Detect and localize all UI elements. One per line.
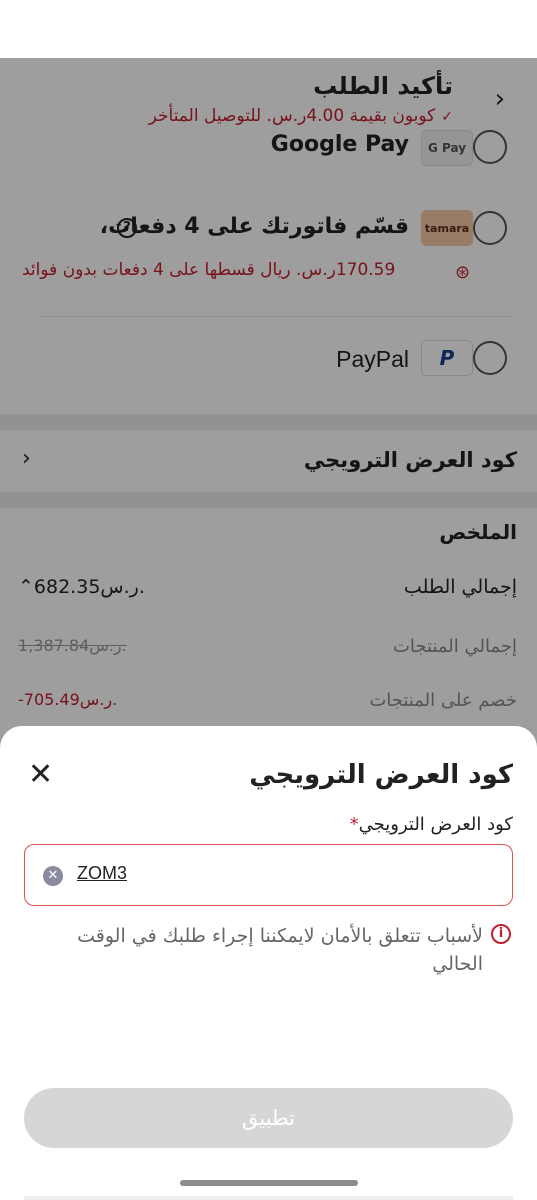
status-bar (0, 0, 537, 58)
apply-button[interactable]: تطبيق (24, 1088, 513, 1148)
sheet-title: كود العرض الترويجي (249, 760, 513, 790)
promo-code-input[interactable]: ✕ ZOM3 (24, 844, 513, 906)
promo-code-value[interactable]: ZOM3 (77, 863, 127, 884)
error-message: لأسباب تتعلق بالأمان لايمكننا إجراء طلبك… (77, 925, 483, 975)
promo-code-sheet: ✕ كود العرض الترويجي كود العرض الترويجي*… (0, 726, 537, 1200)
required-mark: * (349, 814, 359, 835)
home-indicator (180, 1180, 358, 1186)
close-icon[interactable]: ✕ (28, 760, 53, 790)
bottom-divider (24, 1196, 513, 1200)
promo-field-label: كود العرض الترويجي* (350, 814, 513, 835)
promo-field-label-text: كود العرض الترويجي (358, 814, 513, 835)
error-info-icon: i (491, 924, 511, 944)
clear-input-icon[interactable]: ✕ (43, 866, 63, 886)
